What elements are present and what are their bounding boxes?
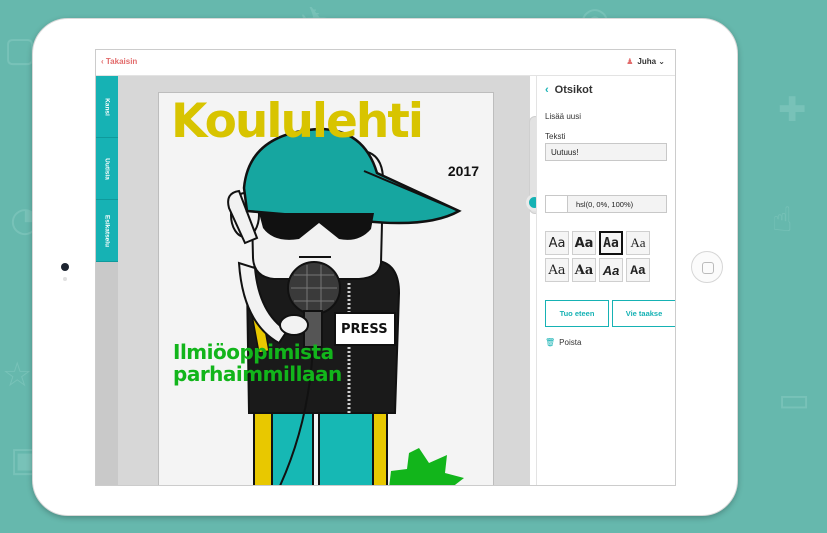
text-input[interactable]: Uutuus! xyxy=(545,143,667,161)
font-option[interactable]: Aa xyxy=(545,231,569,255)
background-doodle-icon: ✚ xyxy=(778,90,807,130)
headline-line: Ilmiöoppimista xyxy=(173,340,334,364)
panel-title: Otsikot xyxy=(554,84,593,96)
panel-header: ‹ Otsikot xyxy=(545,84,593,96)
tablet-camera-icon xyxy=(61,263,69,271)
color-value: hsl(0, 0%, 100%) xyxy=(576,200,634,209)
tablet-sensor xyxy=(63,277,67,281)
trash-icon: 🗑 xyxy=(545,338,556,347)
cover-illustration xyxy=(227,127,464,485)
cover-title[interactable]: Koululehti xyxy=(171,94,424,149)
user-icon: ♟ xyxy=(626,57,634,66)
chevron-left-icon[interactable]: ‹ xyxy=(545,84,549,96)
tab-label: Kansi xyxy=(103,97,111,116)
tab-label: Esikatselu xyxy=(103,214,111,247)
headings-panel: ‹ Otsikot Lisää uusi Teksti Uutuus! hsl(0… xyxy=(536,76,675,485)
add-new-button[interactable]: Lisää uusi xyxy=(545,112,581,121)
chevron-down-icon: ⌄ xyxy=(658,57,665,66)
font-option[interactable]: Aa xyxy=(626,258,650,282)
headline-line: parhaimmillaan xyxy=(173,362,342,386)
font-option[interactable]: Aa xyxy=(572,231,596,255)
user-name: Juha xyxy=(637,57,657,66)
text-label: Teksti xyxy=(545,132,566,141)
editor-canvas: Koululehti 2017 PRESS Ilmiöoppimista par… xyxy=(118,76,543,485)
back-label: Takaisin xyxy=(105,57,138,66)
font-option[interactable]: Aa xyxy=(545,258,569,282)
cover-headline[interactable]: Ilmiöoppimista parhaimmillaan xyxy=(173,341,342,385)
background-doodle-icon: ☆ xyxy=(2,355,33,395)
magazine-cover[interactable]: Koululehti 2017 PRESS Ilmiöoppimista par… xyxy=(158,92,494,485)
cover-year[interactable]: 2017 xyxy=(448,163,479,179)
delete-button[interactable]: 🗑 Poista xyxy=(545,338,581,347)
tab-esikatselu[interactable]: Esikatselu xyxy=(96,200,118,262)
tablet-home-button[interactable] xyxy=(691,251,723,283)
bring-forward-button[interactable]: Tuo eteen xyxy=(545,300,609,327)
app-screen: ‹ Takaisin ♟ Juha ⌄ Kansi Uutisia Esikats… xyxy=(95,49,676,486)
tab-label: Uutisia xyxy=(103,157,111,180)
tab-uutisia[interactable]: Uutisia xyxy=(96,138,118,200)
font-option[interactable]: Aa xyxy=(599,258,623,282)
vertical-tab-bar: Kansi Uutisia Esikatselu xyxy=(96,76,118,485)
color-picker[interactable]: hsl(0, 0%, 100%) xyxy=(545,195,667,213)
top-bar: ‹ Takaisin ♟ Juha ⌄ xyxy=(96,50,675,76)
tab-kansi[interactable]: Kansi xyxy=(96,76,118,138)
font-option[interactable]: Aa xyxy=(626,231,650,255)
send-back-button[interactable]: Vie taakse xyxy=(612,300,675,327)
font-option-selected[interactable]: Aa xyxy=(599,231,623,255)
press-badge-text: PRESS xyxy=(341,322,388,337)
font-selector: Aa Aa Aa Aa Aa Aa Aa Aa xyxy=(545,231,657,282)
user-menu[interactable]: ♟ Juha ⌄ xyxy=(626,57,665,66)
back-button[interactable]: ‹ Takaisin xyxy=(101,57,137,66)
background-doodle-icon: ☝ xyxy=(772,200,793,240)
color-swatch xyxy=(546,196,568,212)
background-doodle-icon: ▭ xyxy=(778,380,811,420)
delete-label: Poista xyxy=(559,338,582,347)
font-option[interactable]: Aa xyxy=(572,258,596,282)
